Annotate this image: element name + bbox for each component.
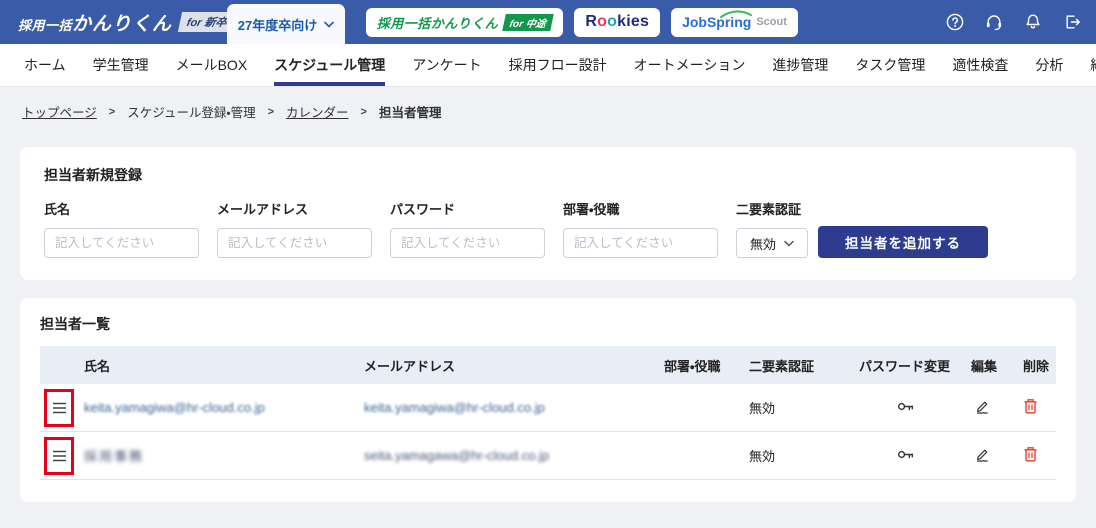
product-chuto-label: 採用一括かんりくん [376,15,499,31]
staff-list-card: 担当者一覧 氏名 メールアドレス 部署・役職 二要素認証 パスワード変更 編集 … [20,298,1076,502]
breadcrumb-top-page[interactable]: トップページ [22,102,97,121]
nav-item-automation[interactable]: オートメーション [634,44,746,86]
cohort-year-dropdown[interactable]: 27年度卒向け [227,4,345,44]
nav-item-agencies[interactable]: 紹介会社 1 [1090,44,1096,86]
staff-email: keita.yamagiwa@hr-cloud.co.jp [364,400,545,415]
jobspring-arc-icon [720,10,753,18]
col-email: メールアドレス [364,358,456,374]
breadcrumb-current-page: 担当者管理 [378,106,442,120]
password-field-label: パスワード [390,202,456,217]
nav-item-mailbox[interactable]: メールBOX [176,44,248,86]
chevron-down-icon [324,21,335,28]
staff-name: keita.yamagiwa@hr-cloud.co.jp [84,400,265,415]
col-delete: 削除 [1023,358,1050,374]
nav-item-analytics[interactable]: 分析 [1035,44,1063,86]
register-card-title: 担当者新規登録 [44,167,142,183]
jobspring-scout-label: Scout [756,16,787,28]
name-field-group: 氏名 [44,199,199,258]
col-edit: 編集 [971,358,998,374]
product-switcher: 採用一括かんりくん for 中途 Ro o kies JobSpring Scout [365,7,798,37]
main-nav: ホーム 学生管理 メールBOX スケジュール管理 アンケート 採用フロー設計 オ… [0,44,1096,87]
two-factor-select[interactable]: 無効 [736,228,808,258]
drag-handle-icon[interactable] [52,450,67,462]
nav-item-flow-design[interactable]: 採用フロー設計 [509,44,607,86]
name-input[interactable] [44,228,199,258]
notifications-bell-icon[interactable] [1023,12,1043,32]
staff-table-header-row: 氏名 メールアドレス 部署・役職 二要素認証 パスワード変更 編集 削除 [40,346,1056,384]
register-form-row: 氏名 メールアドレス パスワード 部署・役職 二要素認証 無効 担当者を追加する [44,199,1052,258]
staff-list-title: 担当者一覧 [40,316,110,332]
product-jobspring-button[interactable]: JobSpring Scout [671,7,798,37]
nav-item-students[interactable]: 学生管理 [93,44,149,86]
nav-item-tasks[interactable]: タスク管理 [855,44,925,86]
staff-two-factor-status: 無効 [749,449,776,464]
password-input[interactable] [390,228,545,258]
app-logo: 採用一括 かんりくん for 新卒 [18,9,236,36]
breadcrumb: トップページ > スケジュール登録・管理 > カレンダー > 担当者管理 [0,87,1096,129]
col-department: 部署・役職 [664,358,721,374]
edit-pencil-icon[interactable] [975,447,990,462]
add-staff-button[interactable]: 担当者を追加する [818,226,988,258]
email-field-label: メールアドレス [217,202,309,217]
nav-item-home[interactable]: ホーム [24,44,66,86]
nav-item-survey[interactable]: アンケート [412,44,481,86]
nav-agencies-label: 紹介会社 [1090,55,1096,75]
staff-table-row: keita.yamagiwa@hr-cloud.co.jp keita.yama… [40,384,1056,432]
two-factor-field-group: 二要素認証 無効 [736,199,808,258]
logout-icon[interactable] [1062,12,1082,32]
cohort-year-label: 27年度卒向け [237,17,318,33]
col-name: 氏名 [84,358,111,374]
help-icon[interactable] [945,12,965,32]
product-rookies-button[interactable]: Ro o kies [574,7,661,37]
department-field-label: 部署・役職 [563,202,620,217]
breadcrumb-separator: > [267,105,275,118]
rookies-letter-o2: o [607,13,618,30]
department-input[interactable] [563,228,718,258]
delete-trash-icon[interactable] [1023,398,1038,414]
staff-table: 氏名 メールアドレス 部署・役職 二要素認証 パスワード変更 編集 削除 kei… [40,346,1056,480]
product-kanrikun-chuto-button[interactable]: 採用一括かんりくん for 中途 [365,7,564,37]
chevron-down-icon [784,240,794,247]
headset-support-icon[interactable] [984,12,1004,32]
password-reset-key-icon[interactable] [897,400,915,413]
edit-pencil-icon[interactable] [975,399,990,414]
breadcrumb-schedule-mgmt: スケジュール登録・管理 [127,106,256,120]
breadcrumb-separator: > [108,105,116,118]
nav-item-schedule[interactable]: スケジュール管理 [274,44,386,86]
staff-register-card: 担当者新規登録 氏名 メールアドレス パスワード 部署・役職 二要素認証 無効 … [20,147,1076,280]
jobspring-label: JobSpring [682,10,753,30]
email-input[interactable] [217,228,372,258]
password-reset-key-icon[interactable] [897,448,915,461]
password-field-group: パスワード [390,199,545,258]
logo-brand-big: かんりくん [72,13,173,35]
two-factor-label: 二要素認証 [736,202,802,217]
department-field-group: 部署・役職 [563,199,718,258]
col-password: パスワード変更 [859,358,951,374]
staff-name: 採用事務 [84,449,145,464]
drag-handle-icon[interactable] [52,402,67,414]
staff-table-row: 採用事務 seita.yamagawa@hr-cloud.co.jp 無効 [40,432,1056,480]
header-icon-group [945,12,1082,32]
rookies-letter: kies [617,13,650,30]
staff-email: seita.yamagawa@hr-cloud.co.jp [364,448,550,463]
product-chuto-badge: for 中途 [502,13,555,31]
logo-brand-small: 採用一括 [18,17,73,33]
breadcrumb-calendar[interactable]: カレンダー [286,102,349,121]
nav-item-aptitude[interactable]: 適性検査 [952,44,1008,86]
rookies-letter-o1: o [597,13,608,30]
delete-trash-icon[interactable] [1023,446,1038,462]
drag-handle-annotation [44,388,74,427]
app-header: 採用一括 かんりくん for 新卒 27年度卒向け 採用一括かんりくん for 中… [0,0,1096,44]
col-two-factor: 二要素認証 [749,358,815,374]
nav-item-progress[interactable]: 進捗管理 [772,44,828,86]
two-factor-selected-value: 無効 [749,236,776,252]
email-field-group: メールアドレス [217,199,372,258]
staff-two-factor-status: 無効 [749,401,776,416]
breadcrumb-separator: > [360,105,367,118]
rookies-letter: R [585,13,598,30]
name-field-label: 氏名 [44,202,71,217]
drag-handle-annotation [44,436,74,475]
